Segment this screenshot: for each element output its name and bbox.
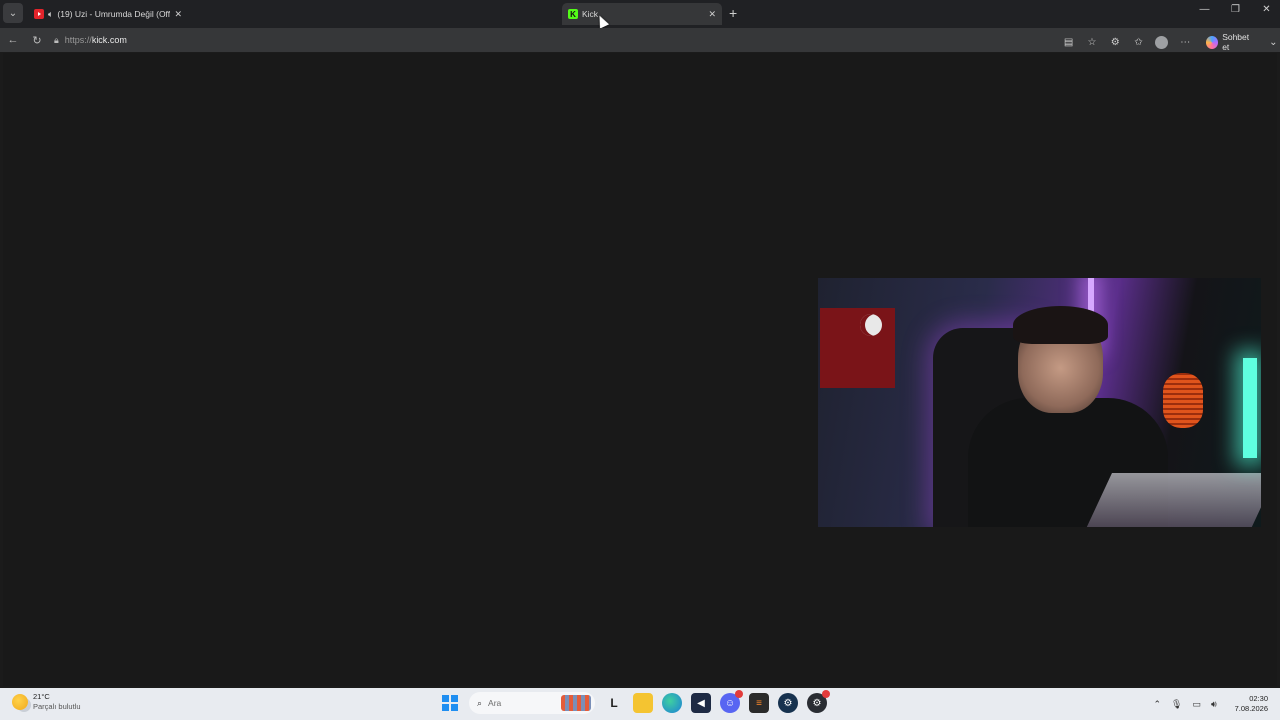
- steam-icon[interactable]: ⚙: [778, 693, 798, 713]
- search-placeholder: Ara: [488, 698, 502, 708]
- terminal-icon[interactable]: L: [604, 693, 624, 713]
- page-viewport: [3, 53, 1277, 686]
- youtube-icon: [34, 9, 44, 19]
- copilot-label: Sohbet et: [1222, 32, 1250, 52]
- partly-cloudy-icon: [12, 694, 28, 710]
- tab-title: (19) Uzi - Umrumda Değil (Offi: [57, 9, 171, 19]
- new-tab-plus-icon[interactable]: +: [729, 5, 737, 21]
- taskbar-apps: ⌕ Ara L ◀ ☺ ≡ ⚙ ⚙: [440, 690, 830, 714]
- favorite-star-icon[interactable]: ☆: [1085, 35, 1098, 49]
- network-icon[interactable]: ▭: [1192, 699, 1201, 710]
- weather-description: Parçalı bulutlu: [33, 702, 81, 711]
- tab-youtube[interactable]: 🔈︎ (19) Uzi - Umrumda Değil (Offi ✕: [28, 3, 188, 25]
- sublime-icon[interactable]: ≡: [749, 693, 769, 713]
- close-tab-icon[interactable]: ✕: [174, 9, 182, 20]
- restore-icon[interactable]: ❐: [1228, 4, 1243, 15]
- close-window-icon[interactable]: ✕: [1259, 4, 1274, 15]
- chevron-up-icon[interactable]: ⌃: [1153, 699, 1161, 710]
- weather-temperature: 21°C: [33, 692, 50, 701]
- system-tray: ⌃ 🎙︎ ▭ 🔊︎ 02:30 7.08.2026: [1153, 694, 1268, 714]
- clock-time: 02:30: [1249, 694, 1268, 703]
- url-protocol: https://: [64, 35, 92, 45]
- taskbar-clock[interactable]: 02:30 7.08.2026: [1235, 694, 1268, 714]
- kick-icon: K: [568, 9, 578, 19]
- search-icon: ⌕: [477, 697, 483, 708]
- discord-icon[interactable]: ☺: [720, 690, 743, 713]
- search-highlight-art: [561, 695, 591, 711]
- browser-essentials-icon[interactable]: ⚙: [1109, 35, 1122, 49]
- webcam-person-hair: [1013, 306, 1108, 344]
- file-explorer-icon[interactable]: [633, 693, 653, 713]
- reading-view-icon[interactable]: ▤: [1062, 35, 1075, 49]
- tab-kick[interactable]: K Kick ✕: [562, 3, 722, 25]
- webcam-desk: [1084, 473, 1261, 527]
- profile-avatar[interactable]: [1155, 35, 1169, 49]
- toolbar-icons: ▤ ☆ ⚙ ✩ ⋯ Sohbet et ⌄: [1062, 32, 1280, 52]
- webcam-microphone: [1163, 373, 1203, 428]
- clock-date: 7.08.2026: [1234, 704, 1268, 713]
- copilot-logo-icon: [1205, 35, 1219, 49]
- tab-actions-chevron-icon[interactable]: ⌄: [3, 3, 23, 23]
- lock-icon: 🔒︎: [54, 34, 59, 45]
- minimize-icon[interactable]: —: [1197, 4, 1212, 15]
- webcam-video[interactable]: [818, 278, 1261, 527]
- webcam-flag-poster: [820, 308, 895, 388]
- weather-widget[interactable]: 21°C Parçalı bulutlu: [12, 692, 81, 712]
- windows-taskbar: 21°C Parçalı bulutlu ⌕ Ara L ◀ ☺ ≡ ⚙ ⚙ ⌃…: [0, 688, 1280, 720]
- copilot-button[interactable]: Sohbet et: [1205, 32, 1257, 52]
- windows-start-icon[interactable]: [440, 693, 460, 713]
- more-menu-icon[interactable]: ⋯: [1179, 35, 1192, 49]
- url-host: kick.com: [91, 35, 127, 45]
- refresh-icon[interactable]: ↻: [30, 33, 44, 47]
- chevron-down-icon[interactable]: ⌄: [1267, 35, 1280, 49]
- vscode-icon[interactable]: ◀: [691, 693, 711, 713]
- window-controls: — ❐ ✕: [1197, 4, 1274, 15]
- edge-icon[interactable]: [662, 693, 682, 713]
- address-bar[interactable]: 🔒︎ https:// kick.com: [54, 31, 1054, 49]
- webcam-cyan-light: [1243, 358, 1257, 458]
- browser-toolbar: ← ↻ 🔒︎ https:// kick.com ▤ ☆ ⚙ ✩ ⋯ Sohbe…: [0, 28, 1280, 52]
- volume-icon[interactable]: 🔊︎: [1211, 699, 1217, 710]
- microphone-icon[interactable]: 🎙︎: [1171, 699, 1182, 710]
- taskbar-search[interactable]: ⌕ Ara: [469, 692, 595, 714]
- close-tab-icon[interactable]: ✕: [708, 9, 716, 20]
- back-arrow-icon[interactable]: ←: [6, 33, 20, 47]
- browser-tabbar: ⌄ 🔈︎ (19) Uzi - Umrumda Değil (Offi ✕ K …: [0, 0, 1280, 29]
- favorites-collection-icon[interactable]: ✩: [1132, 35, 1145, 49]
- speaker-icon[interactable]: 🔈︎: [48, 9, 53, 20]
- steam-alt-icon[interactable]: ⚙: [807, 690, 830, 713]
